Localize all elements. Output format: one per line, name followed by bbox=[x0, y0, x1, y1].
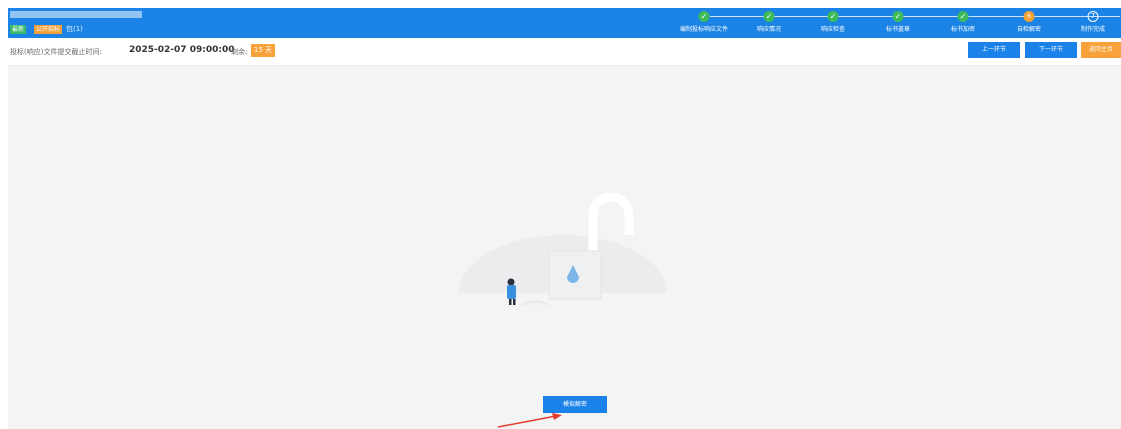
step-5[interactable]: ✓ 标书加密 bbox=[935, 8, 991, 38]
check-icon: ✓ bbox=[892, 11, 904, 22]
step-label: 制作完成 bbox=[1080, 26, 1105, 33]
check-icon: ✓ bbox=[698, 11, 710, 22]
check-icon: ✓ bbox=[763, 11, 775, 22]
deadline-label: 投标(响应)文件提交截止时间: bbox=[10, 48, 102, 56]
step-label: 响应检查 bbox=[820, 26, 845, 33]
top-header: 最新 公开招标 包(1) ✓ 编制投标响应文件 ✓ 响应情况 ✓ 响应检查 ✓ … bbox=[8, 8, 1121, 38]
step-6[interactable]: 6 自检解密 bbox=[1001, 8, 1057, 38]
deadline-bar: 投标(响应)文件提交截止时间: 2025-02-07 09:00:00 剩余: … bbox=[8, 38, 1121, 66]
step-label: 标书加密 bbox=[950, 26, 975, 33]
procurement-type-badge: 公开招标 bbox=[34, 25, 63, 34]
step-label: 编制投标响应文件 bbox=[679, 26, 728, 33]
deadline-value: 2025-02-07 09:00:00 bbox=[129, 45, 235, 55]
prev-step-button[interactable]: 上一环节 bbox=[968, 42, 1020, 58]
step-4[interactable]: ✓ 标书盖章 bbox=[870, 8, 926, 38]
step-label: 标书盖章 bbox=[885, 26, 910, 33]
days-remaining-badge: 15 天 bbox=[251, 44, 275, 57]
step-number-icon: 7 bbox=[1087, 11, 1099, 22]
arrow-pointer-icon bbox=[497, 413, 562, 428]
step-label: 响应情况 bbox=[756, 26, 781, 33]
unlock-illustration bbox=[453, 192, 683, 305]
step-2[interactable]: ✓ 响应情况 bbox=[741, 8, 797, 38]
status-badge: 最新 bbox=[10, 25, 27, 34]
step-label: 自检解密 bbox=[1016, 26, 1041, 33]
project-title-redacted bbox=[10, 11, 142, 18]
next-step-button[interactable]: 下一环节 bbox=[1025, 42, 1077, 58]
remaining-label: 剩余: bbox=[231, 48, 248, 56]
home-button[interactable]: 返回主页 bbox=[1081, 42, 1121, 58]
step-number-icon: 6 bbox=[1023, 11, 1035, 22]
step-1[interactable]: ✓ 编制投标响应文件 bbox=[676, 8, 732, 38]
package-label: 包(1) bbox=[66, 25, 83, 33]
check-icon: ✓ bbox=[957, 11, 969, 22]
step-3[interactable]: ✓ 响应检查 bbox=[805, 8, 861, 38]
check-icon: ✓ bbox=[827, 11, 839, 22]
step-7[interactable]: 7 制作完成 bbox=[1065, 8, 1121, 38]
